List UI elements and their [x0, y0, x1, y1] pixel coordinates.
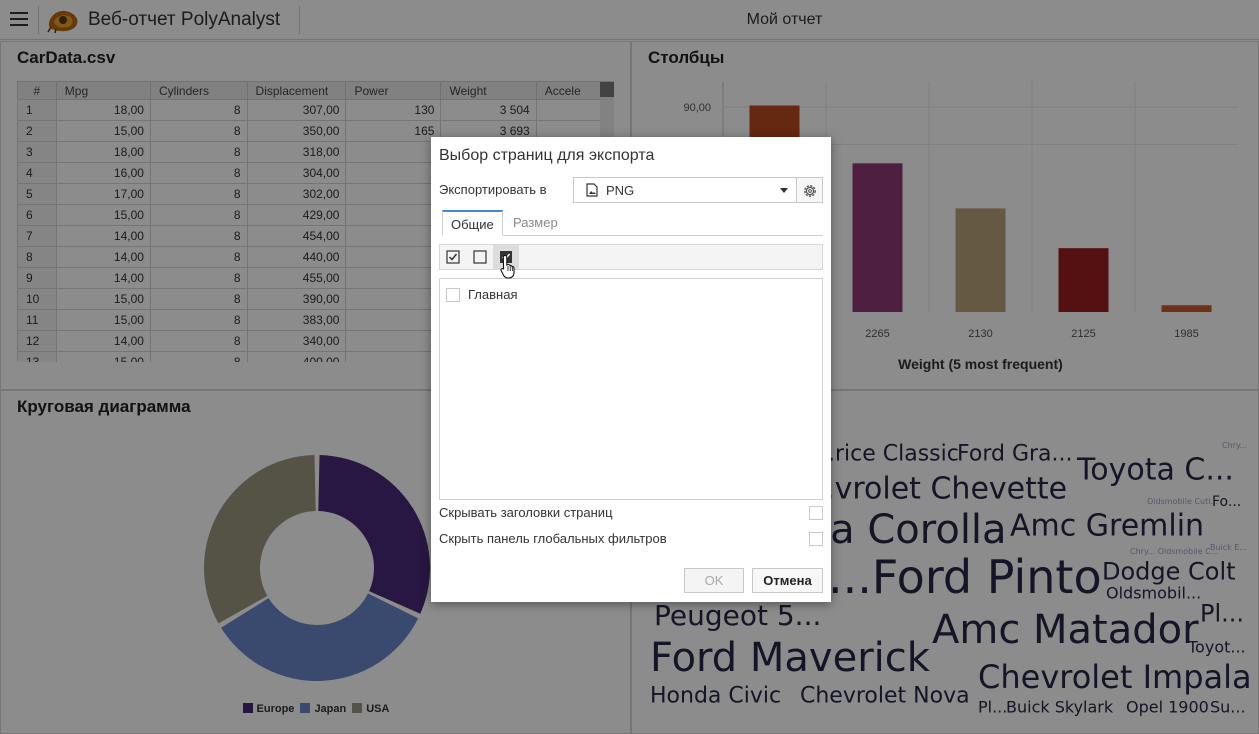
- empty-box-icon: [473, 250, 487, 264]
- export-settings-button[interactable]: [796, 177, 823, 203]
- hand-cursor-icon: [500, 254, 518, 285]
- selection-toolbar: [439, 244, 823, 270]
- tab-size[interactable]: Размер: [505, 210, 566, 236]
- export-format-value: PNG: [606, 183, 635, 198]
- export-format-select[interactable]: PNG: [573, 177, 797, 203]
- export-format-label: Экспортировать в: [439, 182, 547, 197]
- hide-global-filters-checkbox[interactable]: [809, 532, 823, 546]
- page-list[interactable]: Главная: [439, 278, 823, 500]
- select-all-button[interactable]: [440, 245, 466, 269]
- hide-page-titles-label: Скрывать заголовки страниц: [439, 505, 613, 520]
- gear-icon: [804, 185, 816, 197]
- hide-page-titles-checkbox[interactable]: [809, 506, 823, 520]
- export-pages-dialog: Выбор страниц для экспорта Экспортироват…: [431, 137, 831, 602]
- page-checkbox[interactable]: [446, 287, 460, 302]
- image-file-icon: [586, 183, 598, 200]
- chevron-down-icon: [780, 188, 788, 193]
- page-list-item[interactable]: Главная: [446, 286, 517, 302]
- dialog-tabs: Общие Размер: [442, 210, 823, 236]
- hide-global-filters-label: Скрыть панель глобальных фильтров: [439, 531, 667, 546]
- deselect-all-button[interactable]: [467, 245, 493, 269]
- page-label: Главная: [468, 287, 518, 303]
- hide-global-filters-option[interactable]: Скрыть панель глобальных фильтров: [439, 531, 823, 549]
- checked-box-icon: [446, 250, 460, 264]
- dialog-title: Выбор страниц для экспорта: [439, 147, 655, 164]
- hide-page-titles-option[interactable]: Скрывать заголовки страниц: [439, 505, 823, 523]
- ok-button[interactable]: OK: [684, 568, 744, 593]
- cancel-button[interactable]: Отмена: [752, 568, 823, 593]
- tab-general[interactable]: Общие: [442, 210, 503, 236]
